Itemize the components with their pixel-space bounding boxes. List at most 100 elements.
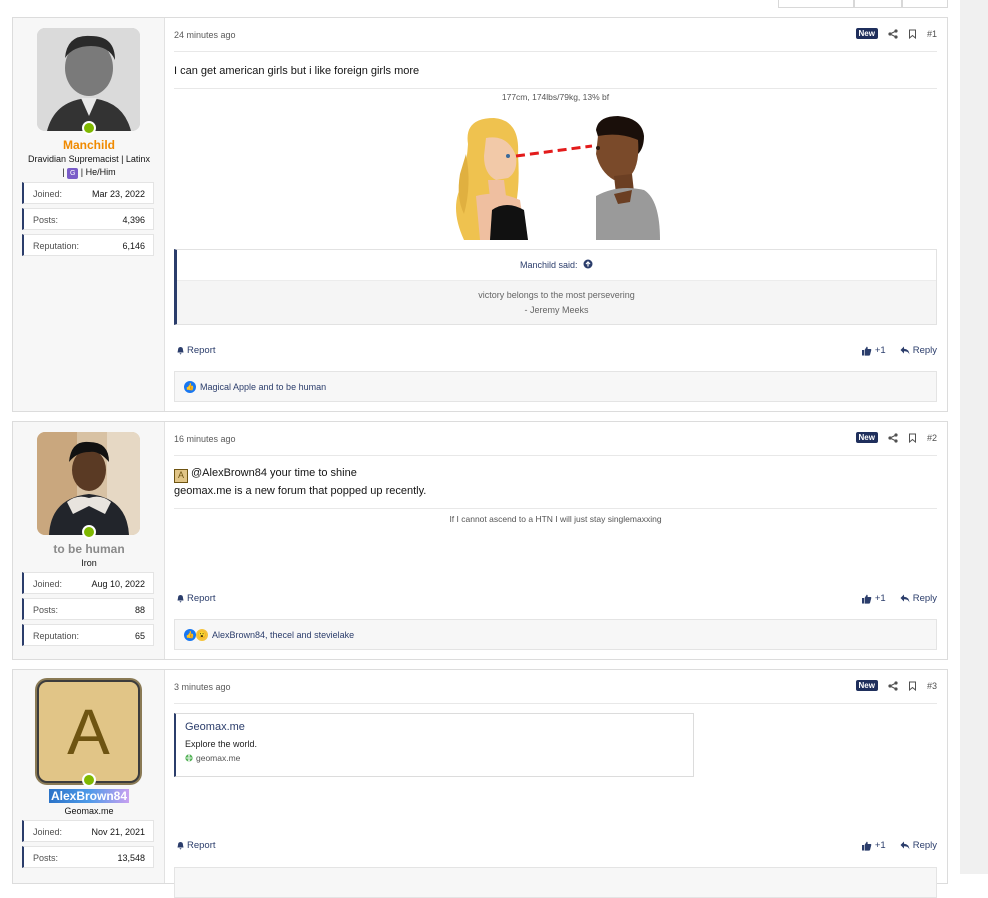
avatar[interactable] [37, 432, 140, 539]
stat-value: 6,146 [122, 241, 145, 251]
bell-icon [177, 842, 184, 850]
post-header-actions: New #2 [855, 432, 937, 443]
signature-image [456, 116, 660, 240]
stat-value: 4,396 [122, 215, 145, 225]
reactions-text[interactable]: Magical Apple and to be human [200, 382, 326, 392]
globe-icon [185, 754, 193, 762]
post-2: to be human Iron Joined: Aug 10, 2022 Po… [12, 421, 948, 660]
post-user-panel: Manchild Dravidian Supremacist | Latinx … [13, 18, 165, 411]
stat-label: Reputation: [33, 631, 80, 641]
quote-author[interactable]: Manchild said: [177, 250, 936, 281]
reactions-bar[interactable]: 👍 Magical Apple and to be human [174, 371, 937, 402]
mention-text[interactable]: @AlexBrown84 your time to shine [191, 467, 357, 479]
username-label[interactable]: AlexBrown84 [48, 789, 130, 803]
reactions-text[interactable]: AlexBrown84, thecel and stevielake [212, 630, 354, 640]
post-number[interactable]: #1 [927, 29, 937, 39]
report-link[interactable]: Report [176, 840, 216, 851]
post-actions-right: +1 Reply [861, 345, 937, 356]
username[interactable]: Manchild [13, 138, 165, 152]
bell-icon [177, 595, 184, 603]
post-body-line: geomax.me is a new forum that popped up … [174, 484, 427, 497]
post-content: 24 minutes ago New #1 I can get american… [174, 18, 937, 411]
post-date[interactable]: 16 minutes ago [174, 434, 236, 444]
user-badge: G [67, 168, 79, 179]
post-number[interactable]: #3 [927, 681, 937, 691]
online-indicator [82, 773, 96, 787]
wow-reaction-icon: 😮 [196, 628, 208, 641]
like-button[interactable]: +1 [861, 593, 886, 604]
reply-button[interactable]: Reply [900, 345, 937, 356]
post-number[interactable]: #2 [927, 433, 937, 443]
reply-label[interactable]: Reply [913, 840, 937, 851]
post-actions: Report +1 Reply [174, 345, 937, 359]
post-user-panel: A AlexBrown84 Geomax.me Joined: Nov 21, … [13, 670, 165, 883]
post-date[interactable]: 24 minutes ago [174, 30, 236, 40]
online-indicator [82, 121, 96, 135]
username[interactable]: to be human [13, 542, 165, 556]
online-indicator [82, 525, 96, 539]
stat-value: Aug 10, 2022 [91, 579, 145, 589]
share-icon[interactable] [888, 432, 898, 443]
reply-button[interactable]: Reply [900, 593, 937, 604]
bookmark-icon[interactable] [908, 29, 917, 39]
pagination-button[interactable] [778, 0, 854, 8]
stat-label: Joined: [33, 189, 63, 199]
share-icon[interactable] [888, 28, 898, 39]
like-count: +1 [874, 840, 886, 851]
user-stat-posts: Posts: 4,396 [22, 208, 154, 230]
embed-description: Explore the world. [185, 739, 258, 749]
avatar-photo[interactable] [37, 28, 140, 131]
post-actions-right: +1 Reply [861, 840, 937, 851]
avatar[interactable]: A [37, 680, 140, 787]
reactions-bar[interactable]: 👍 😮 AlexBrown84, thecel and stevielake [174, 619, 937, 650]
username[interactable]: AlexBrown84 [13, 789, 165, 803]
stat-value: Nov 21, 2021 [91, 827, 145, 837]
pagination-button[interactable] [902, 0, 948, 8]
reply-icon [900, 841, 910, 850]
mention-avatar[interactable]: A [174, 468, 188, 483]
user-stat-joined: Joined: Nov 21, 2021 [22, 820, 154, 842]
avatar-photo[interactable] [37, 432, 140, 535]
link-embed[interactable]: Geomax.me Explore the world. geomax.me [174, 713, 694, 777]
user-stat-joined: Joined: Aug 10, 2022 [22, 572, 154, 594]
bell-icon [177, 347, 184, 355]
report-label[interactable]: Report [187, 840, 216, 851]
avatar[interactable] [37, 28, 140, 135]
stat-label: Joined: [33, 579, 63, 589]
reactions-bar[interactable] [174, 867, 937, 898]
pagination-button[interactable] [854, 0, 902, 8]
post-1: Manchild Dravidian Supremacist | Latinx … [12, 17, 948, 412]
user-stat-posts: Posts: 13,548 [22, 846, 154, 868]
post-header-actions: New #3 [855, 680, 937, 691]
report-link[interactable]: Report [176, 345, 216, 356]
arrow-up-circle-icon[interactable] [583, 259, 593, 269]
like-button[interactable]: +1 [861, 345, 886, 356]
page-scrollbar[interactable] [960, 0, 988, 874]
reply-label[interactable]: Reply [913, 345, 937, 356]
divider [174, 455, 937, 456]
embed-title[interactable]: Geomax.me [185, 721, 684, 733]
like-reaction-icon: 👍 [184, 628, 196, 641]
like-button[interactable]: +1 [861, 840, 886, 851]
share-icon[interactable] [888, 680, 898, 691]
report-link[interactable]: Report [176, 593, 216, 604]
quote-author-label[interactable]: Manchild said: [520, 260, 578, 270]
reply-label[interactable]: Reply [913, 593, 937, 604]
like-count: +1 [874, 345, 886, 356]
embed-site-label[interactable]: geomax.me [196, 753, 240, 763]
post-body-text: I can get american girls but i like fore… [174, 65, 420, 77]
embed-site[interactable]: geomax.me [185, 753, 684, 763]
report-label[interactable]: Report [187, 593, 216, 604]
bookmark-icon[interactable] [908, 433, 917, 443]
like-count: +1 [874, 593, 886, 604]
reply-button[interactable]: Reply [900, 840, 937, 851]
letter-avatar[interactable]: A [37, 680, 140, 783]
post-date[interactable]: 3 minutes ago [174, 682, 231, 692]
stat-label: Reputation: [33, 241, 80, 251]
stat-value: 65 [134, 631, 145, 641]
bookmark-icon[interactable] [908, 681, 917, 691]
report-label[interactable]: Report [187, 345, 216, 356]
divider [174, 88, 937, 89]
post-actions: Report +1 Reply [174, 593, 937, 607]
quote-block: Manchild said: victory belongs to the mo… [174, 249, 937, 325]
